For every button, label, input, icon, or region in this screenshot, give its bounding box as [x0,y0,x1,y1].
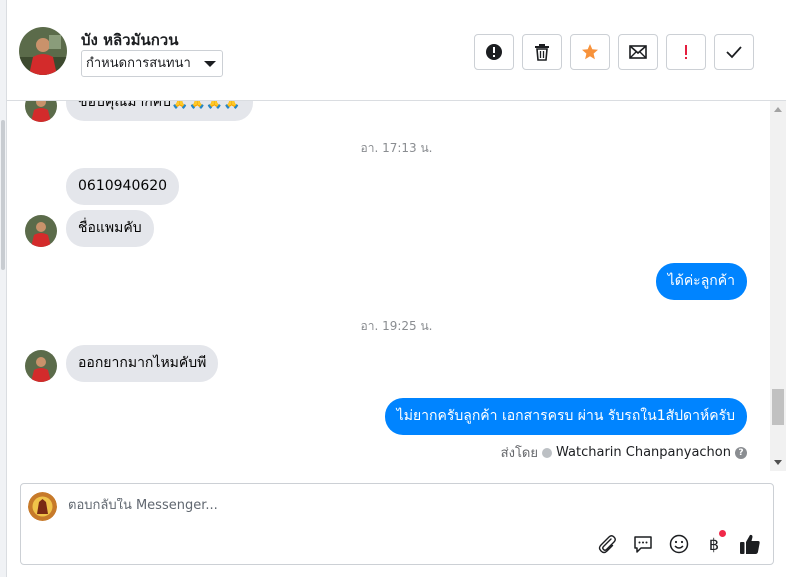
sent-by-label: ส่งโดย [500,446,538,461]
like-button[interactable] [738,532,762,556]
scroll-down-icon[interactable] [774,460,782,465]
emoji-button[interactable] [667,532,691,556]
assign-label: กำหนดการสนทนา [86,56,191,71]
exclamation-circle-icon [486,44,502,60]
paperclip-icon [598,535,616,554]
message-list[interactable]: ขอบคุณมากคับ🙏🙏🙏🙏 อา. 17:13 น. 0610940620… [7,101,786,471]
mark-unread-button[interactable] [618,34,658,70]
payment-button[interactable]: ฿ [702,530,726,556]
smiley-icon [669,534,689,554]
left-panel-edge [0,0,7,577]
incoming-message: ชื่อแพมคับ [66,210,154,247]
follow-up-button[interactable] [666,34,706,70]
contact-avatar-small [25,215,57,247]
outgoing-message: ไม่ยากครับลูกค้า เอกสารครบ ผ่าน รับรถใน1… [384,398,747,435]
star-button[interactable] [570,34,610,70]
messages-scrollbar[interactable] [770,101,786,471]
trash-icon [535,44,549,61]
incoming-message: ขอบคุณมากคับ🙏🙏🙏🙏 [66,101,253,121]
mark-spam-button[interactable] [474,34,514,70]
messenger-inbox: บัง หลิวมันกวน กำหนดการสนทนา ขอบคุณมากคั… [0,0,786,577]
timestamp: อา. 17:13 น. [360,141,433,155]
saved-replies-button[interactable] [631,532,655,556]
reply-composer: ฿ [20,483,774,565]
checkmark-icon [726,46,742,59]
sent-by-info: ส่งโดย Watcharin Chanpanyachon ? [501,442,747,463]
envelope-icon [629,45,647,59]
chat-bubble-icon [634,536,652,553]
exclamation-icon [685,45,687,59]
timestamp: อา. 19:25 น. [360,319,433,333]
notification-dot [719,530,726,537]
message-input[interactable] [68,498,668,513]
incoming-message: 0610940620 [66,168,180,205]
delete-button[interactable] [522,34,562,70]
verified-dot-icon [542,447,552,458]
mark-done-button[interactable] [714,34,754,70]
baht-icon: ฿ [708,534,720,554]
assign-conversation-dropdown[interactable]: กำหนดการสนทนา [81,50,223,77]
contact-avatar[interactable] [19,27,67,75]
incoming-message: ออกยากมากไหมคับพี [66,345,219,382]
attach-button[interactable] [595,532,619,556]
sender-name[interactable]: Watcharin Chanpanyachon [556,445,731,460]
caret-down-icon [204,61,216,67]
thumbs-up-icon [740,534,760,554]
conversation-header: บัง หลิวมันกวน กำหนดการสนทนา [7,0,786,101]
page-avatar [28,492,57,521]
outgoing-message: ได้ค่ะลูกค้า [655,263,747,300]
contact-avatar-small [25,350,57,382]
contact-avatar-small [25,101,57,122]
left-scroll-thumb[interactable] [1,120,5,270]
help-icon[interactable]: ? [735,446,747,459]
contact-name[interactable]: บัง หลิวมันกวน [81,28,178,52]
scroll-up-icon[interactable] [774,107,782,112]
scroll-thumb[interactable] [772,389,784,425]
star-icon [582,44,598,60]
